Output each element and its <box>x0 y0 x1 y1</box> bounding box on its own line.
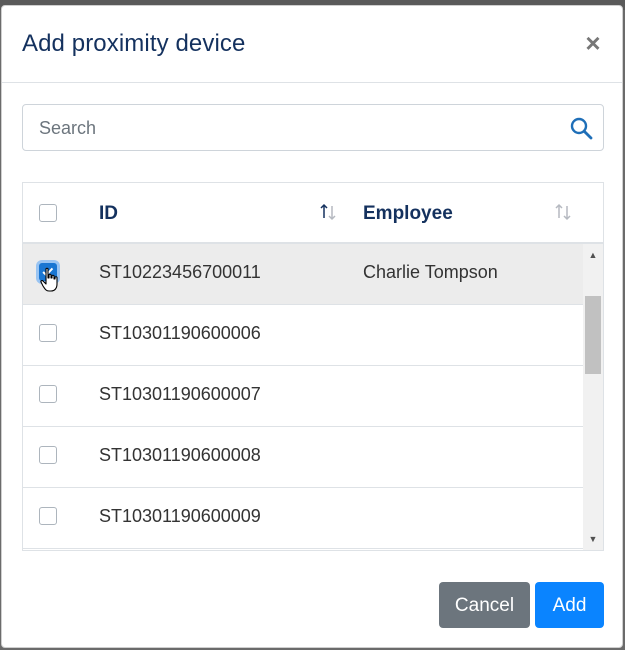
row-id: ST10301190600009 <box>99 506 261 526</box>
table-body: ST10223456700011 Charlie Tompson ST10301… <box>23 244 583 550</box>
table-row[interactable]: ST10301190600008 <box>23 427 583 488</box>
row-select-cell <box>39 263 57 286</box>
table-scrollbar[interactable]: ▲ ▼ <box>583 244 603 550</box>
cancel-button[interactable]: Cancel <box>439 582 530 628</box>
row-checkbox[interactable] <box>39 507 57 525</box>
row-select-cell <box>39 324 57 347</box>
column-header-employee[interactable]: Employee <box>363 203 453 225</box>
scrollbar-thumb[interactable] <box>585 296 601 374</box>
row-id: ST10301190600006 <box>99 323 261 343</box>
devices-table: ID Employee ST10223456700011 Charlie Tom… <box>22 182 604 551</box>
select-all-checkbox[interactable] <box>39 204 57 222</box>
row-id: ST10301190600008 <box>99 445 261 465</box>
row-select-cell <box>39 446 57 469</box>
sort-employee-icon[interactable] <box>554 202 572 222</box>
table-row[interactable]: ST10223456700011 Charlie Tompson <box>23 244 583 305</box>
close-button[interactable]: × <box>580 28 606 58</box>
table-row[interactable]: ST10301190600007 <box>23 366 583 427</box>
select-all-cell <box>39 204 57 227</box>
search-icon[interactable] <box>569 116 593 140</box>
add-button[interactable]: Add <box>535 582 604 628</box>
scroll-up-arrow-icon[interactable]: ▲ <box>583 248 603 262</box>
table-header: ID Employee <box>23 183 603 244</box>
scroll-down-arrow-icon[interactable]: ▼ <box>583 532 603 546</box>
table-row[interactable]: ST10301190600006 <box>23 305 583 366</box>
dialog-header: Add proximity device × <box>2 6 622 83</box>
row-id: ST10223456700011 <box>99 262 261 282</box>
checkmark-icon <box>42 267 54 277</box>
row-employee: Charlie Tompson <box>363 262 498 282</box>
row-checkbox-checked[interactable] <box>39 263 57 281</box>
column-header-id[interactable]: ID <box>99 203 118 225</box>
search-input[interactable] <box>37 105 561 152</box>
row-select-cell <box>39 507 57 530</box>
table-row[interactable]: ST10301190600009 <box>23 488 583 549</box>
row-checkbox[interactable] <box>39 324 57 342</box>
search-box <box>22 104 604 152</box>
row-select-cell <box>39 385 57 408</box>
dialog-title: Add proximity device <box>22 30 246 57</box>
add-proximity-device-dialog: Add proximity device × ID Employee <box>1 5 623 648</box>
sort-id-icon[interactable] <box>319 202 337 222</box>
row-id: ST10301190600007 <box>99 384 261 404</box>
row-checkbox[interactable] <box>39 385 57 403</box>
row-checkbox[interactable] <box>39 446 57 464</box>
